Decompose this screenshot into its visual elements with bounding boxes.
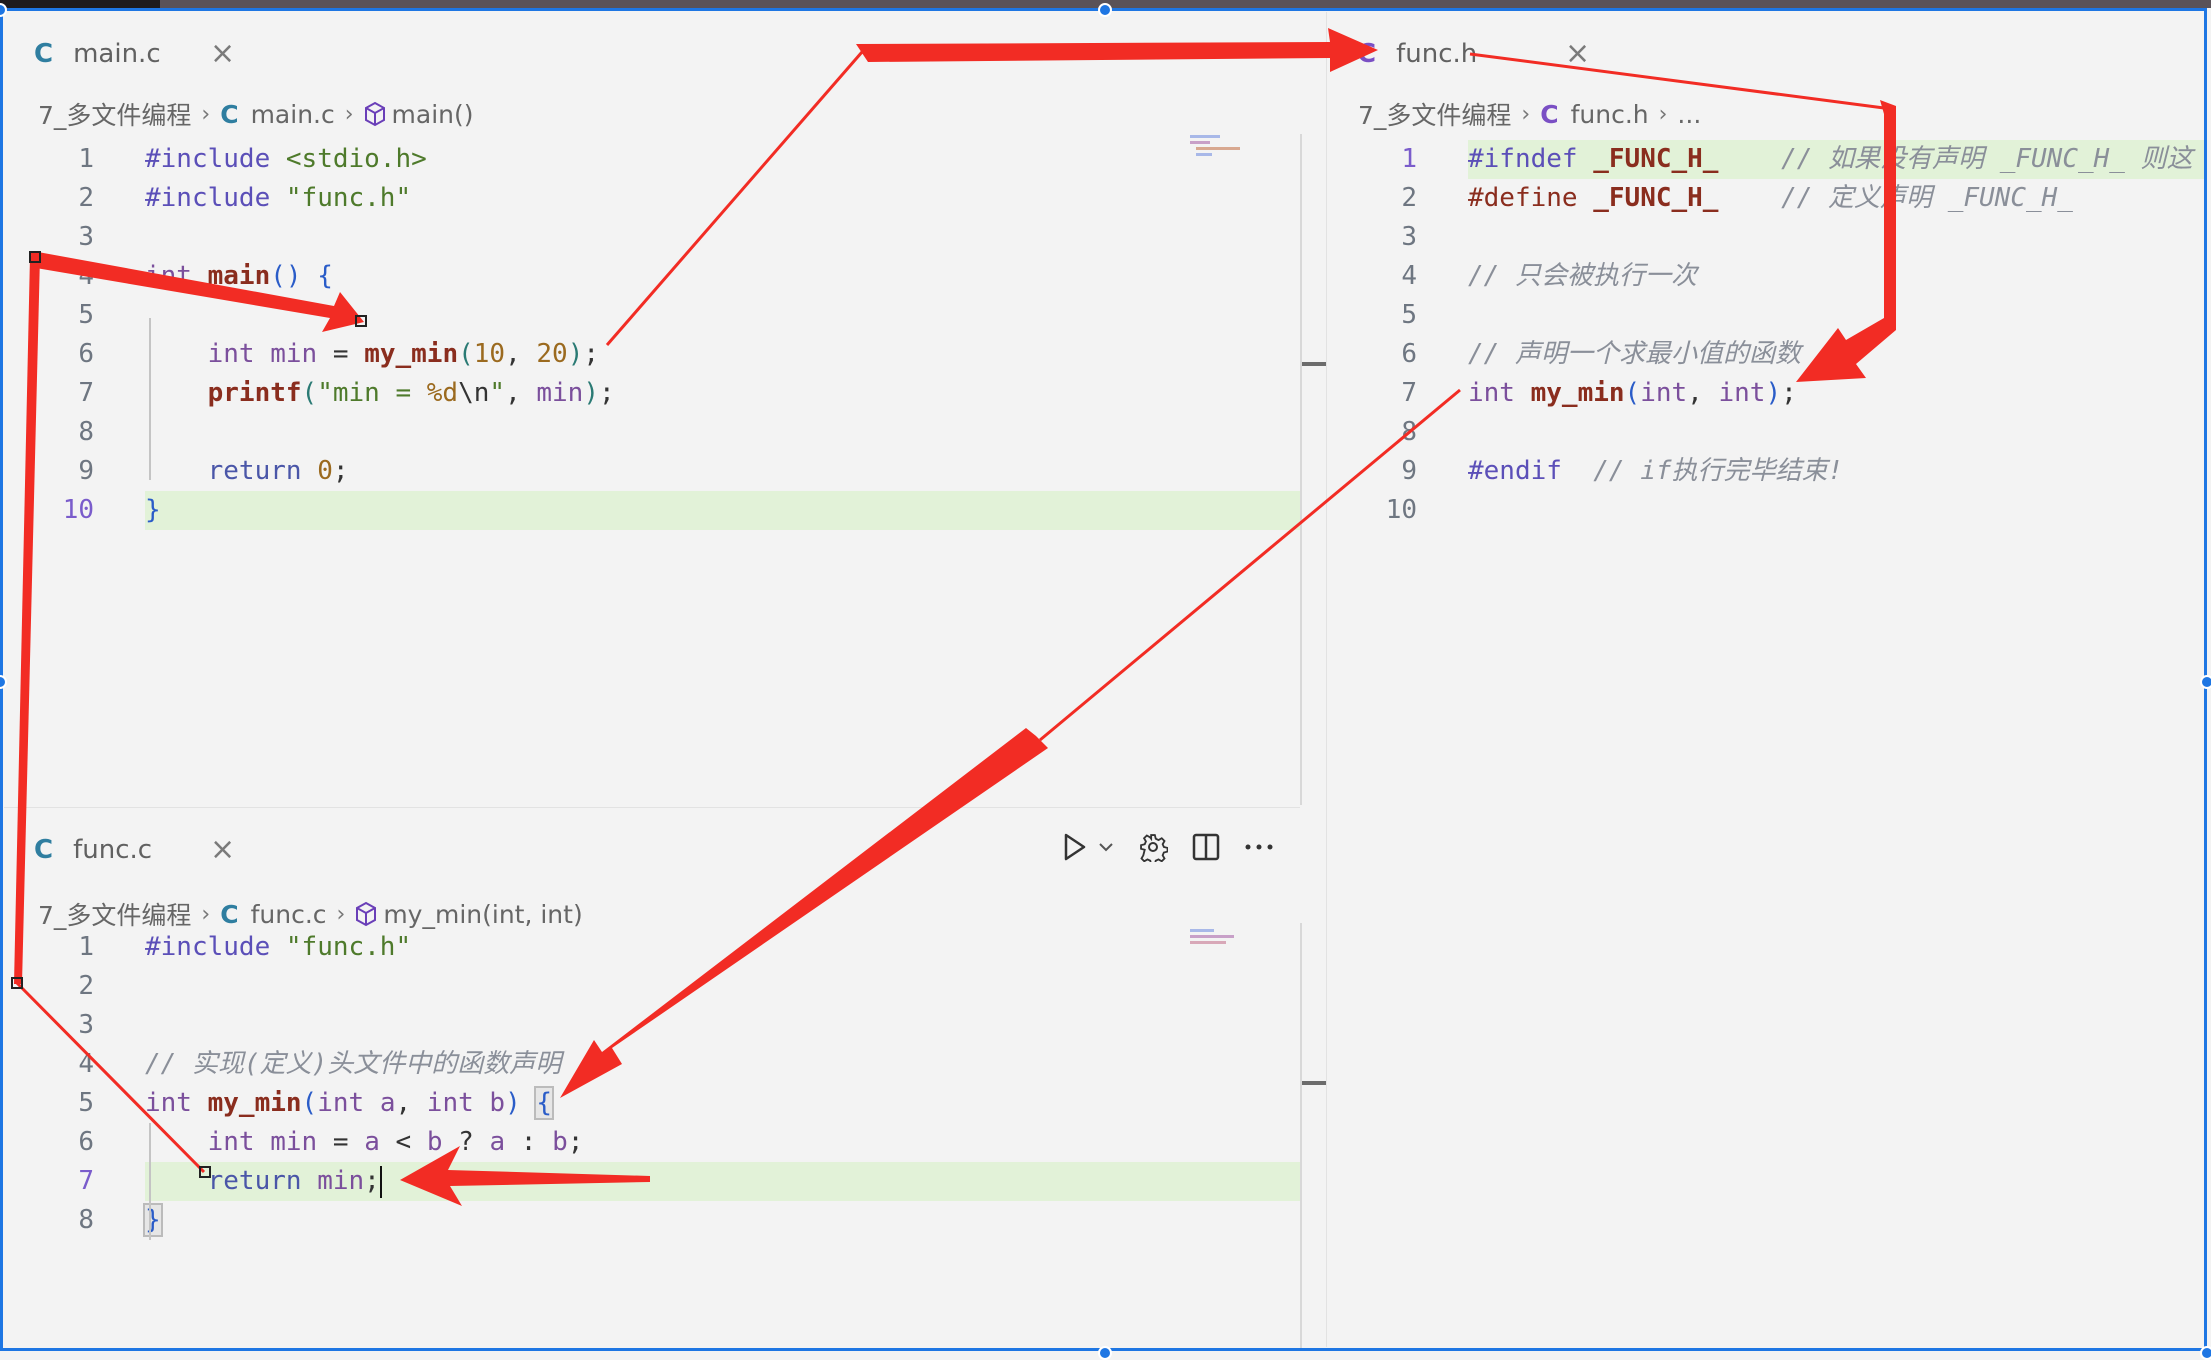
resize-handle[interactable]	[1098, 3, 1112, 17]
resize-handle[interactable]	[1098, 1346, 1112, 1360]
selection-frame	[0, 8, 2207, 1351]
resize-handle[interactable]	[2200, 675, 2211, 689]
window-top-bar-dark-segment	[0, 0, 160, 8]
resize-handle[interactable]	[2200, 1346, 2211, 1360]
